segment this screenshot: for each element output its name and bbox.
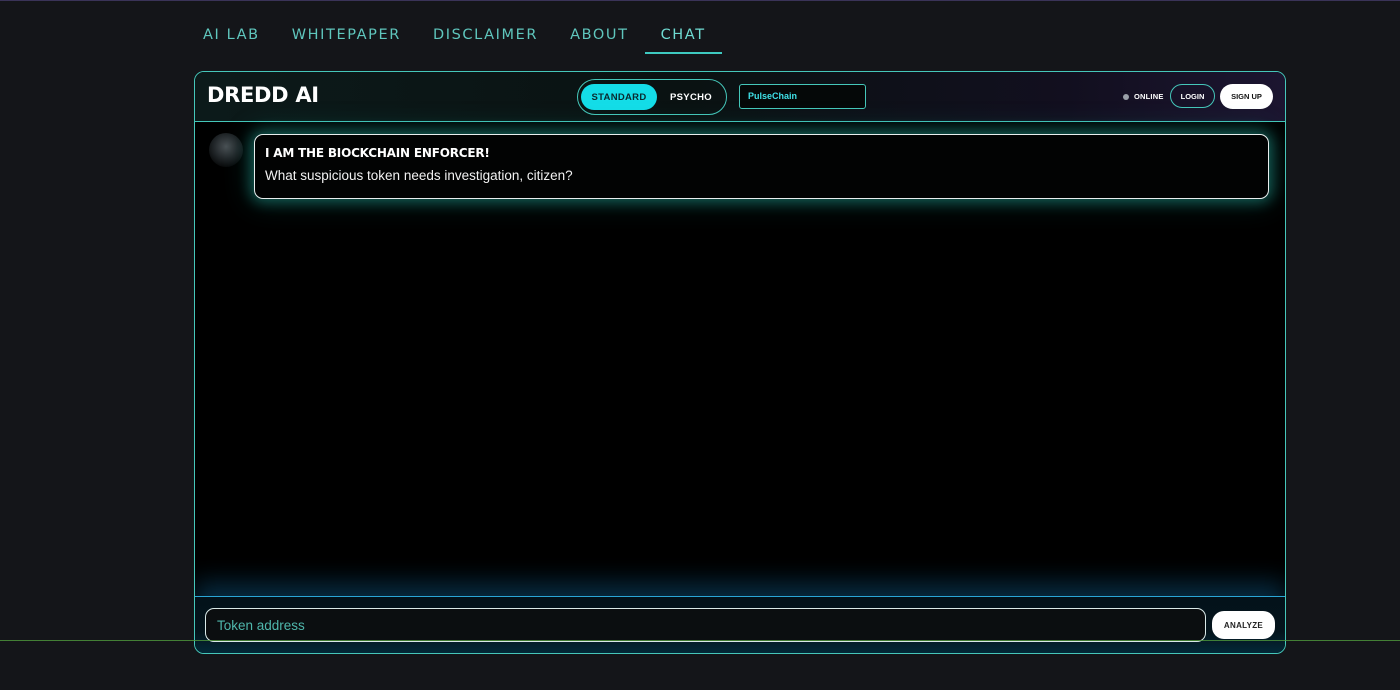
signup-button[interactable]: SIGN UP (1220, 84, 1273, 109)
mode-toggle: STANDARD PSYCHO (577, 79, 727, 115)
nav-whitepaper[interactable]: WHITEPAPER (276, 22, 417, 54)
mode-standard-button[interactable]: STANDARD (581, 84, 657, 110)
nav-disclaimer[interactable]: DISCLAIMER (417, 22, 554, 54)
bottom-divider (0, 640, 1400, 641)
nav-chat[interactable]: CHAT (644, 22, 722, 54)
top-divider (0, 0, 1400, 1)
login-button[interactable]: LOGIN (1170, 84, 1215, 108)
nav-about[interactable]: ABOUT (554, 22, 645, 54)
input-bar: ANALYZE (195, 596, 1285, 653)
message-body: What suspicious token needs investigatio… (265, 168, 573, 183)
token-address-input[interactable] (205, 608, 1206, 642)
dredd-helmet-avatar (209, 133, 243, 167)
status-text: ONLINE (1134, 92, 1164, 101)
chain-select[interactable]: PulseChain (739, 84, 866, 109)
status-indicator: ONLINE (1123, 92, 1164, 101)
mode-psycho-button[interactable]: PSYCHO (657, 84, 725, 110)
chat-header: DREDD AI STANDARD PSYCHO PulseChain ONLI… (195, 72, 1285, 122)
brand-title: DREDD AI (207, 83, 319, 107)
status-dot-icon (1123, 93, 1129, 100)
bot-message: I AM THE BIOCKCHAIN ENFORCER! What suspi… (254, 134, 1269, 199)
analyze-button[interactable]: ANALYZE (1212, 611, 1275, 639)
main-nav: AI LAB WHITEPAPER DISCLAIMER ABOUT CHAT (187, 22, 722, 54)
nav-ai-lab[interactable]: AI LAB (187, 22, 276, 54)
message-title: I AM THE BIOCKCHAIN ENFORCER! (265, 146, 490, 160)
chat-panel: DREDD AI STANDARD PSYCHO PulseChain ONLI… (194, 71, 1286, 654)
